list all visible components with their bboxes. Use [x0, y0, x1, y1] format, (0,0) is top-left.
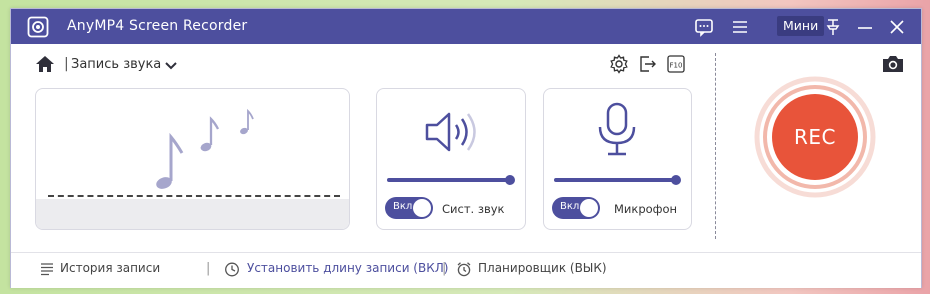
system-sound-toggle-knob	[413, 199, 431, 217]
system-sound-volume-slider[interactable]	[387, 178, 507, 182]
rec-label: REC	[794, 125, 836, 149]
microphone-label: Микрофон	[614, 202, 678, 216]
audio-baseline	[48, 195, 340, 197]
footer-separator: |	[206, 261, 211, 276]
app-window: AnyMP4 Screen Recorder Мини | Запись зву…	[10, 8, 922, 288]
close-icon[interactable]	[886, 16, 908, 38]
microphone-volume-handle[interactable]	[671, 175, 681, 185]
svg-text:F10: F10	[670, 62, 683, 70]
vertical-divider	[715, 53, 716, 239]
settings-icon[interactable]	[609, 54, 629, 74]
microphone-toggle-knob	[580, 199, 598, 217]
toolbar-separator: |	[64, 56, 69, 72]
minimize-icon[interactable]	[854, 16, 876, 38]
audio-panel-footer	[36, 199, 349, 229]
camera-icon[interactable]	[881, 54, 905, 74]
footer-separator-2: |	[442, 261, 447, 276]
alarm-clock-icon[interactable]	[456, 261, 472, 277]
audio-preview-panel	[35, 88, 350, 230]
footer-bar: История записи | Установить длину записи…	[11, 252, 921, 288]
microphone-toggle-label: Вкл	[560, 201, 580, 212]
export-icon[interactable]	[637, 54, 657, 74]
pin-icon[interactable]	[822, 16, 844, 38]
app-title: AnyMP4 Screen Recorder	[67, 18, 248, 34]
clock-icon[interactable]	[224, 261, 240, 277]
history-list-icon[interactable]	[39, 261, 55, 277]
feedback-icon[interactable]	[693, 16, 715, 38]
title-bar: AnyMP4 Screen Recorder Мини	[11, 9, 921, 44]
menu-icon[interactable]	[729, 16, 751, 38]
microphone-volume-slider[interactable]	[554, 178, 678, 182]
fullscreen-icon[interactable]: F10	[666, 54, 686, 74]
chevron-down-icon[interactable]	[163, 58, 179, 74]
system-sound-card: Вкл Сист. звук	[376, 88, 526, 230]
rec-button[interactable]: REC	[754, 76, 876, 198]
record-length-link[interactable]: Установить длину записи (ВКЛ)	[247, 261, 448, 275]
mini-mode-button[interactable]: Мини	[777, 16, 825, 36]
home-icon[interactable]	[35, 54, 55, 74]
scheduler-link[interactable]: Планировщик (ВЫК)	[478, 261, 607, 275]
history-link[interactable]: История записи	[60, 261, 160, 275]
speaker-icon	[425, 112, 476, 152]
microphone-toggle[interactable]: Вкл	[552, 197, 600, 219]
microphone-card: Вкл Микрофон	[543, 88, 692, 230]
system-sound-toggle[interactable]: Вкл	[385, 197, 433, 219]
system-sound-label: Сист. звук	[442, 202, 505, 216]
music-notes-icon	[156, 108, 254, 189]
microphone-icon	[598, 102, 636, 156]
system-sound-volume-handle[interactable]	[505, 175, 515, 185]
app-logo-icon	[27, 16, 49, 38]
recording-mode-label[interactable]: Запись звука	[71, 57, 161, 72]
system-sound-toggle-label: Вкл	[393, 201, 413, 212]
